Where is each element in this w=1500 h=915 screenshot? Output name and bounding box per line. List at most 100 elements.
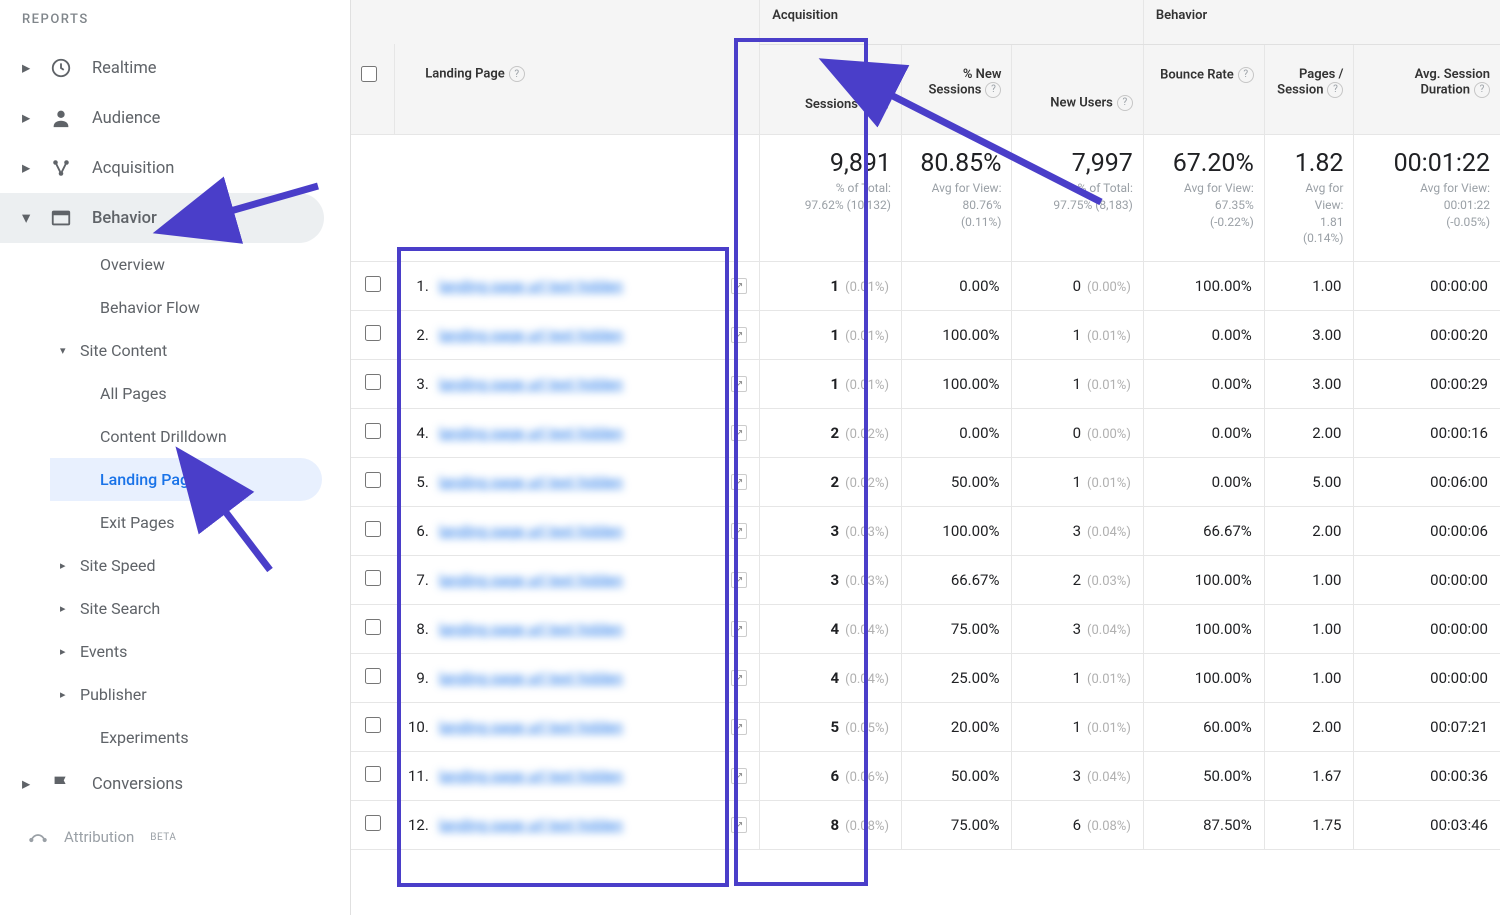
table-row: 6. landing page url text hidden ↗ 3(0.03… [351,507,1500,556]
open-external-icon[interactable]: ↗ [731,327,747,343]
landing-page-link[interactable]: landing page url text hidden [439,669,623,687]
nav-attribution[interactable]: Attribution BETA [0,809,350,865]
col-pages-per-session[interactable]: Pages / Session? [1264,44,1354,135]
nav-realtime[interactable]: ▸ Realtime [0,43,350,93]
help-icon[interactable]: ? [862,96,878,112]
cell-duration: 00:07:21 [1354,703,1500,752]
col-avg-duration[interactable]: Avg. Session Duration? [1354,44,1500,135]
open-external-icon[interactable]: ↗ [731,376,747,392]
nav-acquisition[interactable]: ▸ Acquisition [0,143,350,193]
row-checkbox[interactable] [365,521,381,537]
landing-page-link[interactable]: landing page url text hidden [439,277,623,295]
cell-pps: 2.00 [1264,507,1354,556]
person-icon [50,107,72,129]
row-checkbox[interactable] [365,619,381,635]
cell-pct-new: 50.00% [901,458,1012,507]
row-checkbox[interactable] [365,815,381,831]
col-sessions[interactable]: Sessions?↑ [760,44,902,135]
col-new-users[interactable]: New Users? [1012,44,1143,135]
row-checkbox[interactable] [365,423,381,439]
open-external-icon[interactable]: ↗ [731,523,747,539]
subnav-site-speed[interactable]: Site Speed [34,544,350,587]
subnav-overview[interactable]: Overview [34,243,350,286]
cell-pct-new: 100.00% [901,311,1012,360]
cell-bounce: 87.50% [1143,801,1264,850]
row-checkbox[interactable] [365,276,381,292]
landing-page-link[interactable]: landing page url text hidden [439,620,623,638]
cell-sessions: 1(0.01%) [760,360,902,409]
landing-page-link[interactable]: landing page url text hidden [439,767,623,785]
col-bounce-rate[interactable]: Bounce Rate? [1143,44,1264,135]
landing-page-link[interactable]: landing page url text hidden [439,522,623,540]
cell-pct-new: 25.00% [901,654,1012,703]
help-icon[interactable]: ? [1327,82,1343,98]
cell-pct-new: 75.00% [901,801,1012,850]
subnav-experiments[interactable]: Experiments [34,716,350,759]
subnav-publisher[interactable]: Publisher [34,673,350,716]
row-checkbox[interactable] [365,472,381,488]
landing-page-link[interactable]: landing page url text hidden [439,718,623,736]
cell-sessions: 1(0.01%) [760,311,902,360]
row-checkbox[interactable] [365,668,381,684]
open-external-icon[interactable]: ↗ [731,425,747,441]
landing-page-link[interactable]: landing page url text hidden [439,375,623,393]
help-icon[interactable]: ? [1238,67,1254,83]
landing-page-cell: 7. landing page url text hidden ↗ [395,556,760,605]
landing-page-link[interactable]: landing page url text hidden [439,816,623,834]
landing-page-link[interactable]: landing page url text hidden [439,424,623,442]
row-checkbox[interactable] [365,570,381,586]
row-checkbox[interactable] [365,766,381,782]
subnav-site-content[interactable]: Site Content [34,329,350,372]
row-checkbox[interactable] [365,374,381,390]
landing-page-link[interactable]: landing page url text hidden [439,326,623,344]
cell-new-users: 1(0.01%) [1012,360,1143,409]
cell-pps: 1.75 [1264,801,1354,850]
subnav-exit-pages[interactable]: Exit Pages [50,501,350,544]
open-external-icon[interactable]: ↗ [731,474,747,490]
open-external-icon[interactable]: ↗ [731,621,747,637]
col-landing-page[interactable]: Landing Page? [395,44,760,135]
nav-conversions[interactable]: ▸ Conversions [0,759,350,809]
help-icon[interactable]: ? [1117,95,1133,111]
flag-icon [50,773,72,795]
cell-pps: 1.00 [1264,262,1354,311]
row-checkbox[interactable] [365,325,381,341]
open-external-icon[interactable]: ↗ [731,719,747,735]
cell-pps: 3.00 [1264,360,1354,409]
cell-duration: 00:06:00 [1354,458,1500,507]
col-pct-new-sessions[interactable]: % New Sessions? [901,44,1012,135]
subnav-events[interactable]: Events [34,630,350,673]
site-content-subnav: All Pages Content Drilldown Landing Page… [34,372,350,544]
cell-pct-new: 50.00% [901,752,1012,801]
landing-page-link[interactable]: landing page url text hidden [439,473,623,491]
nav-audience[interactable]: ▸ Audience [0,93,350,143]
cell-new-users: 3(0.04%) [1012,605,1143,654]
cell-duration: 00:00:00 [1354,556,1500,605]
cell-new-users: 2(0.03%) [1012,556,1143,605]
subnav-site-search[interactable]: Site Search [34,587,350,630]
help-icon[interactable]: ? [1474,82,1490,98]
open-external-icon[interactable]: ↗ [731,670,747,686]
cell-bounce: 50.00% [1143,752,1264,801]
subnav-all-pages[interactable]: All Pages [50,372,350,415]
cell-sessions: 4(0.04%) [760,605,902,654]
open-external-icon[interactable]: ↗ [731,768,747,784]
cell-new-users: 1(0.01%) [1012,654,1143,703]
select-all-checkbox[interactable] [361,66,377,82]
open-external-icon[interactable]: ↗ [731,278,747,294]
help-icon[interactable]: ? [509,66,525,82]
nav-behavior[interactable]: ▾ Behavior [0,193,324,243]
subnav-content-drilldown[interactable]: Content Drilldown [50,415,350,458]
landing-page-link[interactable]: landing page url text hidden [439,571,623,589]
cell-bounce: 100.00% [1143,654,1264,703]
nav-label: Conversions [92,775,183,794]
row-checkbox[interactable] [365,717,381,733]
subnav-behavior-flow[interactable]: Behavior Flow [34,286,350,329]
subnav-landing-pages[interactable]: Landing Pages [50,458,322,501]
landing-page-cell: 8. landing page url text hidden ↗ [395,605,760,654]
open-external-icon[interactable]: ↗ [731,572,747,588]
help-icon[interactable]: ? [985,82,1001,98]
open-external-icon[interactable]: ↗ [731,817,747,833]
cell-sessions: 3(0.03%) [760,507,902,556]
cell-pps: 2.00 [1264,703,1354,752]
